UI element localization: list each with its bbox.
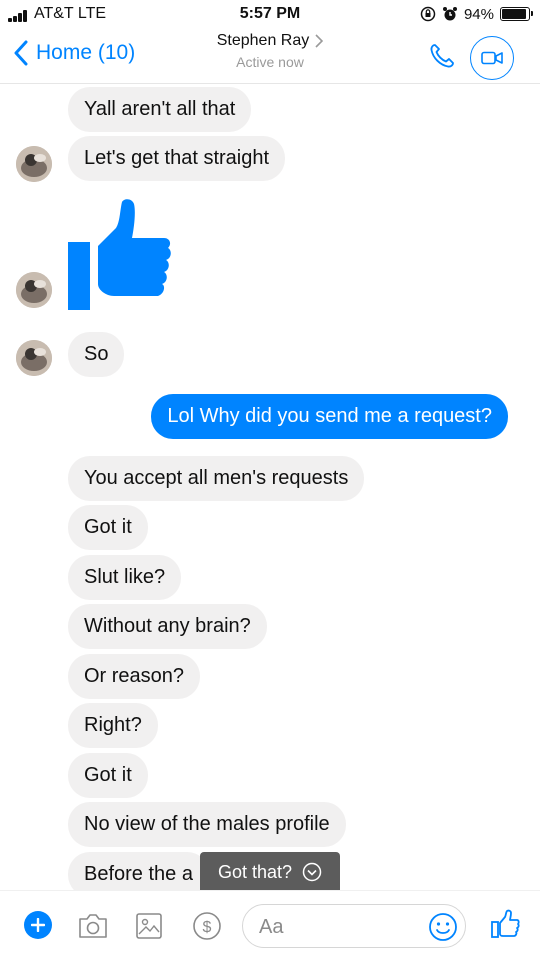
- message-bubble: So: [68, 332, 125, 377]
- payment-icon: $: [193, 912, 221, 940]
- message-bubble: You accept all men's requests: [68, 456, 365, 501]
- send-like-button[interactable]: [488, 907, 522, 941]
- thumbs-up-icon: [68, 199, 171, 310]
- camera-icon: [79, 914, 107, 938]
- camera-button[interactable]: [76, 909, 110, 943]
- chevron-left-icon: [14, 40, 28, 66]
- emoji-icon: [429, 913, 457, 941]
- phone-icon: [430, 44, 454, 68]
- message-input[interactable]: [259, 913, 409, 941]
- orientation-lock-icon: [420, 6, 436, 22]
- gallery-icon: [136, 913, 162, 939]
- more-actions-button[interactable]: [24, 911, 52, 939]
- voice-call-button[interactable]: [422, 36, 462, 76]
- message-bubble: Slut like?: [68, 555, 182, 600]
- message-bubble: Without any brain?: [68, 604, 267, 649]
- status-bar: AT&T LTE 5:57 PM 94%: [0, 0, 540, 30]
- message-composer: $: [0, 890, 540, 960]
- contact-info[interactable]: Stephen Ray Active now: [190, 32, 350, 70]
- message-bubble: Right?: [68, 703, 158, 748]
- message-bubble: Got it: [68, 505, 148, 550]
- message-bubble: Got it: [68, 753, 148, 798]
- message-bubble: Or reason?: [68, 654, 201, 699]
- video-camera-icon: [481, 51, 503, 65]
- emoji-button[interactable]: [425, 909, 461, 945]
- message-input-box[interactable]: [242, 904, 466, 948]
- chevron-right-icon: [315, 34, 324, 48]
- conversation-header: Home (10) Stephen Ray Active now: [0, 30, 540, 84]
- message-bubble: Before the a: [68, 852, 209, 890]
- message-bubble: No view of the males profile: [68, 802, 346, 847]
- status-right: 94%: [420, 4, 533, 24]
- gallery-button[interactable]: [132, 909, 166, 943]
- payment-button[interactable]: $: [190, 909, 224, 943]
- message-bubble: Let's get that straight: [68, 136, 286, 181]
- contact-avatar: [16, 146, 52, 182]
- contact-name-row: Stephen Ray: [217, 32, 324, 50]
- message-bubble-sent: Lol Why did you send me a request?: [151, 394, 508, 439]
- got-that-toast[interactable]: Got that?: [200, 852, 340, 890]
- contact-avatar: [16, 272, 52, 308]
- chevron-down-circle-icon: [302, 862, 322, 882]
- contact-name: Stephen Ray: [216, 32, 310, 49]
- thumbs-up-sticker: [66, 198, 172, 314]
- alarm-icon: [442, 7, 457, 21]
- message-bubble: Yall aren't all that: [68, 87, 252, 132]
- toast-label: Got that?: [217, 861, 293, 882]
- video-call-button[interactable]: [470, 36, 514, 80]
- battery-icon: [500, 7, 533, 21]
- active-status: Active now: [236, 54, 304, 70]
- message-thread[interactable]: Yall aren't all that Let's get that stra…: [0, 84, 540, 890]
- thumbs-up-icon: [491, 909, 520, 938]
- back-button[interactable]: Home (10): [14, 40, 135, 66]
- battery-percent: 94%: [463, 5, 494, 23]
- back-label: Home (10): [36, 41, 136, 64]
- plus-icon: [31, 918, 45, 932]
- svg-text:$: $: [203, 919, 212, 936]
- contact-avatar: [16, 340, 52, 376]
